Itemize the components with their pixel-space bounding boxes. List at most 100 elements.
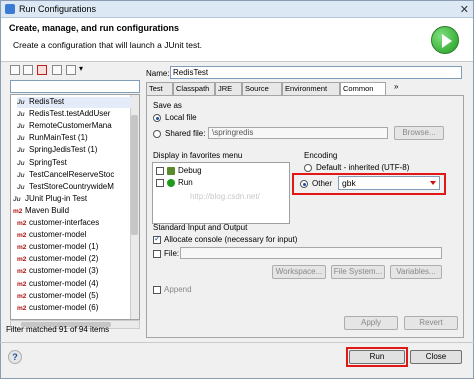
junit-icon: Ju xyxy=(17,111,25,119)
run-label: Run xyxy=(178,178,193,187)
other-encoding-radio[interactable] xyxy=(300,180,308,188)
maven-icon: m2 xyxy=(17,220,27,227)
default-encoding-radio[interactable] xyxy=(304,164,312,172)
tree-item[interactable]: m2 customer-model (2) xyxy=(17,254,131,265)
file-system-button[interactable]: File System... xyxy=(331,265,385,279)
junit-icon: Ju xyxy=(17,147,25,155)
tree-item[interactable]: m2 Maven Build xyxy=(13,206,131,217)
tree-item-label: SpringTest xyxy=(29,157,67,167)
tree-item[interactable]: m2 customer-model (1) xyxy=(17,242,131,253)
run-logo-icon xyxy=(431,26,459,54)
apply-button[interactable]: Apply xyxy=(344,316,398,330)
maven-icon: m2 xyxy=(17,304,27,312)
tree-item[interactable]: Ju RedisTest xyxy=(17,97,131,108)
encoding-select[interactable]: gbk xyxy=(338,176,440,190)
maven-icon: m2 xyxy=(13,207,23,215)
filter-dropdown-icon[interactable]: ▾ xyxy=(79,64,83,73)
run-button[interactable]: Run xyxy=(349,350,405,364)
new-config-icon[interactable] xyxy=(10,65,20,75)
close-button[interactable]: Close xyxy=(410,350,462,364)
allocate-console-checkbox[interactable] xyxy=(153,234,161,244)
tree-toolbar: ▾ xyxy=(6,63,140,79)
tree-item[interactable]: Ju SpringTest xyxy=(17,158,131,169)
run-checkbox[interactable] xyxy=(156,179,164,187)
append-checkbox[interactable] xyxy=(153,286,161,294)
debug-label: Debug xyxy=(178,166,202,175)
tab-classpath[interactable]: Classpath xyxy=(173,82,215,95)
eclipse-icon xyxy=(5,4,15,14)
favorites-label: Display in favorites menu xyxy=(153,151,243,160)
name-field[interactable]: RedisTest xyxy=(170,66,462,79)
tree-item[interactable]: m2 customer-model xyxy=(17,230,131,241)
header-subtitle: Create a configuration that will launch … xyxy=(13,40,202,50)
tree-item[interactable]: m2 customer-interfaces xyxy=(17,218,131,229)
close-window-icon[interactable]: ✕ xyxy=(460,3,469,16)
junit-icon: Ju xyxy=(17,183,25,191)
tab-jre[interactable]: JRE xyxy=(215,82,242,95)
workspace-button[interactable]: Workspace... xyxy=(272,265,326,279)
tree-item[interactable]: Ju RemoteCustomerMana xyxy=(17,121,131,132)
junit-plugin-icon: Ju xyxy=(13,195,21,203)
local-file-radio[interactable] xyxy=(153,114,161,122)
tree-item[interactable]: Ju RedisTest.testAddUser xyxy=(17,109,131,120)
output-file-field[interactable] xyxy=(180,247,442,259)
tree-item-label: customer-model (3) xyxy=(29,266,99,276)
tree-item-label: Maven Build xyxy=(25,205,70,215)
shared-file-field[interactable]: \springredis xyxy=(208,127,388,139)
tab-classpath-label: Classpath xyxy=(176,84,210,93)
maven-icon: m2 xyxy=(17,292,27,300)
config-tabs: Test Classpath JRE Source Environment Co… xyxy=(146,82,464,96)
tree-item[interactable]: m2 customer-model (3) xyxy=(17,266,131,277)
tree-item[interactable]: Ju TestStoreCountrywideM xyxy=(17,182,131,193)
filter-status: Filter matched 91 of 94 items xyxy=(6,325,110,334)
encoding-label: Encoding xyxy=(304,151,338,160)
collapse-all-icon[interactable] xyxy=(52,65,62,75)
tab-environment[interactable]: Environment xyxy=(282,82,340,95)
tab-source[interactable]: Source xyxy=(242,82,282,95)
delete-config-icon[interactable] xyxy=(37,65,47,75)
header-title: Create, manage, and run configurations xyxy=(9,23,180,33)
allocate-console-label: Allocate console (necessary for input) xyxy=(164,235,298,244)
config-tree: Ju RedisTest Ju RedisTest.testAddUser Ju Remo… xyxy=(10,94,140,320)
tab-common[interactable]: Common xyxy=(340,82,386,96)
maven-icon: m2 xyxy=(17,244,27,252)
tab-test[interactable]: Test xyxy=(146,82,173,95)
tree-item[interactable]: m2 customer-model (6) xyxy=(17,303,131,314)
tree-item[interactable]: Ju JUnit Plug-in Test xyxy=(13,194,131,205)
filter-config-icon[interactable] xyxy=(66,65,76,75)
maven-icon: m2 xyxy=(17,280,27,288)
tab-overflow-icon[interactable]: » xyxy=(394,82,398,91)
tree-vertical-scrollbar[interactable] xyxy=(130,95,139,319)
tree-item[interactable]: m2 customer-model (5) xyxy=(17,291,131,302)
tree-item[interactable]: Ju TestCancelReserveStoc xyxy=(17,170,131,181)
tree-item-label: RemoteCustomerMana xyxy=(29,121,112,131)
filter-input[interactable] xyxy=(10,80,140,93)
divider xyxy=(0,342,474,343)
window-title: Run Configurations xyxy=(19,4,97,14)
maven-icon: m2 xyxy=(17,268,27,276)
tab-test-label: Test xyxy=(149,84,163,93)
debug-checkbox[interactable] xyxy=(156,167,164,175)
tree-item-label: customer-model (5) xyxy=(29,290,99,300)
shared-file-label: Shared file: xyxy=(165,129,206,138)
watermark: http://blog.csdn.net/ xyxy=(190,192,260,201)
variables-button[interactable]: Variables... xyxy=(390,265,442,279)
junit-icon: Ju xyxy=(17,171,25,179)
browse-button[interactable]: Browse... xyxy=(394,126,444,140)
shared-file-radio[interactable] xyxy=(153,130,161,138)
tree-item-label: RunMainTest (1) xyxy=(29,133,88,143)
other-encoding-label: Other xyxy=(312,179,333,188)
debug-icon xyxy=(167,167,175,175)
scroll-thumb[interactable] xyxy=(131,115,138,235)
file-label: File: xyxy=(164,249,180,258)
tree-item[interactable]: Ju RunMainTest (1) xyxy=(17,133,131,144)
tree-item-label: customer-model (1) xyxy=(29,242,99,252)
revert-button[interactable]: Revert xyxy=(404,316,458,330)
file-checkbox[interactable] xyxy=(153,250,161,258)
help-icon[interactable]: ? xyxy=(8,350,22,364)
tree-item[interactable]: m2 customer-model (4) xyxy=(17,279,131,290)
tree-item[interactable]: Ju SpringJedisTest (1) xyxy=(17,145,131,156)
duplicate-config-icon[interactable] xyxy=(23,65,33,75)
tree-item-label: customer-model (4) xyxy=(29,278,99,288)
tree-item-label: SpringJedisTest (1) xyxy=(29,145,98,155)
